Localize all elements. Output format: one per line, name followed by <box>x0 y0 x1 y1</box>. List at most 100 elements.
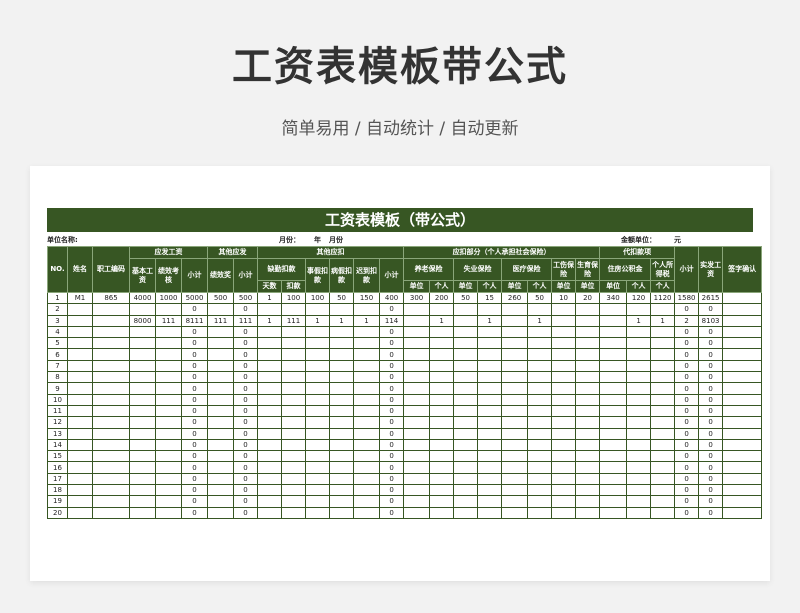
table-cell[interactable] <box>155 404 182 418</box>
table-cell[interactable]: 1 <box>257 291 283 305</box>
table-cell[interactable] <box>650 393 676 406</box>
table-cell[interactable] <box>626 325 652 339</box>
table-cell[interactable] <box>722 337 763 350</box>
table-cell[interactable] <box>722 461 763 474</box>
table-cell[interactable] <box>477 427 503 440</box>
table-cell[interactable] <box>305 416 331 429</box>
table-cell[interactable] <box>305 461 331 474</box>
table-cell[interactable] <box>67 472 93 486</box>
table-cell[interactable]: 0 <box>698 461 724 474</box>
table-cell[interactable] <box>207 427 235 440</box>
table-cell[interactable]: 0 <box>180 495 209 508</box>
table-cell[interactable]: 18 <box>47 484 68 497</box>
table-cell[interactable] <box>599 484 628 497</box>
table-cell[interactable] <box>551 404 577 418</box>
table-cell[interactable] <box>650 404 676 418</box>
table-cell[interactable]: 0 <box>674 427 700 440</box>
table-cell[interactable] <box>477 472 503 486</box>
table-cell[interactable] <box>477 303 503 316</box>
table-cell[interactable]: 1 <box>305 314 331 327</box>
table-cell[interactable] <box>92 461 130 474</box>
table-cell[interactable] <box>281 495 307 508</box>
table-cell[interactable] <box>501 450 529 463</box>
table-cell[interactable] <box>453 359 479 373</box>
table-cell[interactable]: 0 <box>379 393 405 406</box>
table-cell[interactable] <box>403 348 431 361</box>
table-cell[interactable] <box>477 348 503 361</box>
table-cell[interactable] <box>129 404 156 418</box>
table-cell[interactable] <box>429 416 455 429</box>
table-cell[interactable] <box>257 484 283 497</box>
table-cell[interactable] <box>551 359 577 373</box>
table-cell[interactable] <box>129 382 156 395</box>
table-cell[interactable]: 5000 <box>180 291 209 305</box>
table-cell[interactable] <box>599 359 628 373</box>
table-cell[interactable] <box>650 348 676 361</box>
table-cell[interactable]: 11 <box>47 404 68 418</box>
table-cell[interactable]: 0 <box>180 484 209 497</box>
table-cell[interactable] <box>599 416 628 429</box>
table-cell[interactable] <box>551 416 577 429</box>
table-cell[interactable] <box>626 416 652 429</box>
table-cell[interactable]: 1 <box>477 314 503 327</box>
table-cell[interactable] <box>281 382 307 395</box>
table-cell[interactable] <box>403 438 431 452</box>
table-cell[interactable] <box>257 506 283 519</box>
table-cell[interactable] <box>722 382 763 395</box>
table-cell[interactable] <box>329 450 355 463</box>
table-cell[interactable] <box>527 337 553 350</box>
table-cell[interactable] <box>155 484 182 497</box>
table-cell[interactable] <box>155 495 182 508</box>
table-cell[interactable] <box>305 325 331 339</box>
table-cell[interactable] <box>305 506 331 519</box>
table-cell[interactable] <box>626 438 652 452</box>
table-cell[interactable] <box>92 438 130 452</box>
table-cell[interactable] <box>353 438 381 452</box>
table-cell[interactable] <box>257 393 283 406</box>
table-cell[interactable] <box>453 303 479 316</box>
table-cell[interactable] <box>129 472 156 486</box>
table-cell[interactable] <box>477 506 503 519</box>
table-cell[interactable] <box>599 348 628 361</box>
table-cell[interactable] <box>155 450 182 463</box>
table-cell[interactable] <box>92 325 130 339</box>
table-cell[interactable] <box>650 337 676 350</box>
table-cell[interactable]: 1 <box>650 314 676 327</box>
table-cell[interactable]: 2 <box>47 303 68 316</box>
table-cell[interactable] <box>353 506 381 519</box>
table-cell[interactable] <box>329 427 355 440</box>
table-cell[interactable]: 0 <box>698 450 724 463</box>
table-cell[interactable] <box>599 450 628 463</box>
table-cell[interactable]: 0 <box>698 404 724 418</box>
table-cell[interactable]: 0 <box>674 303 700 316</box>
table-cell[interactable] <box>551 348 577 361</box>
table-cell[interactable]: 0 <box>674 450 700 463</box>
table-cell[interactable]: 0 <box>233 484 259 497</box>
table-cell[interactable] <box>305 495 331 508</box>
table-cell[interactable]: 0 <box>674 461 700 474</box>
table-cell[interactable]: 100 <box>281 291 307 305</box>
table-cell[interactable]: 0 <box>233 450 259 463</box>
table-cell[interactable]: 1 <box>257 314 283 327</box>
table-cell[interactable] <box>575 404 601 418</box>
table-cell[interactable] <box>207 506 235 519</box>
table-cell[interactable] <box>722 371 763 384</box>
table-cell[interactable] <box>599 382 628 395</box>
table-cell[interactable] <box>329 416 355 429</box>
table-cell[interactable] <box>92 348 130 361</box>
table-cell[interactable]: 0 <box>233 438 259 452</box>
table-cell[interactable] <box>626 461 652 474</box>
table-cell[interactable] <box>257 359 283 373</box>
table-cell[interactable] <box>207 337 235 350</box>
table-cell[interactable]: 0 <box>674 495 700 508</box>
table-cell[interactable]: 0 <box>233 427 259 440</box>
table-cell[interactable] <box>207 484 235 497</box>
table-cell[interactable] <box>477 450 503 463</box>
table-cell[interactable] <box>429 495 455 508</box>
table-cell[interactable] <box>353 303 381 316</box>
table-cell[interactable] <box>429 359 455 373</box>
table-cell[interactable] <box>155 416 182 429</box>
table-cell[interactable]: 20 <box>47 506 68 519</box>
table-cell[interactable]: 0 <box>674 337 700 350</box>
table-cell[interactable] <box>281 348 307 361</box>
